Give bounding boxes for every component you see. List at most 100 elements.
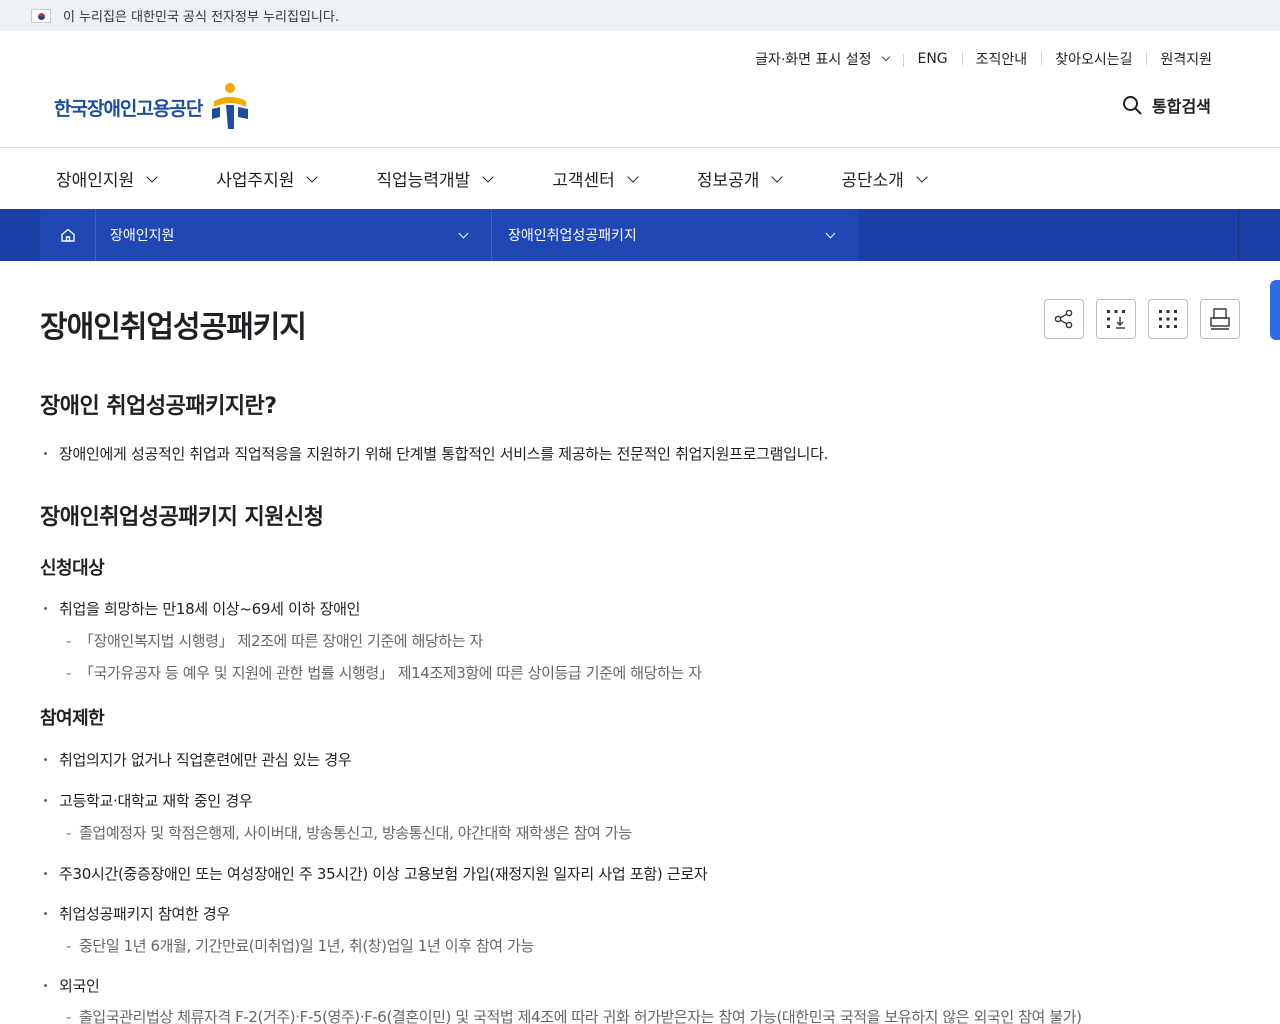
sub-list-item-text: 「국가유공자 등 예우 및 지원에 관한 법률 시행령」 제14조제3항에 따른… [79,664,702,682]
gov-banner: 이 누리집은 대한민국 공식 전자정부 누리집입니다. [0,0,1280,31]
subheading-target: 신청대상 [40,558,105,579]
gnb-item-customer-center[interactable]: 고객센터 [552,166,639,191]
dash-icon: - [66,632,72,650]
display-settings-button[interactable]: 글자·화면 표시 설정 [741,49,903,69]
bullet-icon [44,983,47,987]
sub-list-item: - 「국가유공자 등 예우 및 지원에 관한 법률 시행령」 제14조제3항에 따… [66,662,702,683]
header: 글자·화면 표시 설정 ENG 조직안내 찾아오시는길 원격지원 한국장애인고용… [0,31,1280,148]
list-item: 장애인에게 성공적인 취업과 직업적응을 지원하기 위해 단계별 통합적인 서비… [44,443,828,464]
dash-icon: - [66,664,72,682]
side-quick-tab[interactable] [1270,280,1280,340]
eng-link[interactable]: ENG [903,51,961,67]
sub-list-item-text: 졸업예정자 및 학점은행제, 사이버대, 방송통신고, 방송통신대, 야간대학 … [79,824,632,842]
directions-link[interactable]: 찾아오시는길 [1041,49,1146,69]
dash-icon: - [66,824,72,842]
bullet-icon [44,798,47,802]
bullet-icon [44,757,47,761]
list-item-text: 취업의지가 없거나 직업훈련에만 관심 있는 경우 [59,751,352,769]
bullet-icon [44,606,47,610]
remote-support-link[interactable]: 원격지원 [1146,49,1226,69]
gnb-item-about[interactable]: 공단소개 [841,166,928,191]
list-item-text: 취업성공패키지 참여한 경우 [59,905,230,923]
eng-label: ENG [917,51,948,67]
remote-support-label: 원격지원 [1160,52,1212,68]
search-icon [1123,96,1142,115]
list-item: 취업성공패키지 참여한 경우 [44,903,230,924]
chevron-down-icon [482,170,494,183]
print-icon [1210,308,1230,330]
share-icon [1054,309,1073,329]
gnb-item-employer-support[interactable]: 사업주지원 [216,166,319,191]
download-icon [1107,310,1125,329]
gnb-label: 고객센터 [552,171,615,191]
gnb-label: 공단소개 [841,171,904,191]
gnb-label: 직업능력개발 [376,171,471,191]
sub-list-item: - 졸업예정자 및 학점은행제, 사이버대, 방송통신고, 방송통신대, 야간대학… [66,822,632,843]
share-button[interactable] [1044,299,1084,339]
list-item: 주30시간(중증장애인 또는 여성장애인 주 35시간) 이상 고용보험 가입(… [44,863,708,884]
breadcrumb: 장애인지원 장애인취업성공패키지 [40,209,858,261]
site-logo[interactable]: 한국장애인고용공단 [54,81,252,133]
list-item: 외국인 [44,975,100,996]
depth2-label: 장애인취업성공패키지 [508,228,637,244]
bullet-icon [44,871,47,875]
download-button[interactable] [1096,299,1136,339]
section-heading-intro: 장애인 취업성공패키지란? [40,394,277,419]
dash-icon: - [66,937,72,955]
dash-icon: - [66,1008,72,1024]
sub-list-item: - 「장애인복지법 시행령」 제2조에 따른 장애인 기준에 해당하는 자 [66,630,483,651]
sub-list-item-text: 출입국관리법상 체류자격 F-2(거주)·F-5(영주)·F-6(결혼이민) 및… [79,1008,1082,1024]
depth1-select[interactable]: 장애인지원 [96,209,492,261]
bullet-icon [44,451,47,455]
list-item: 취업을 희망하는 만18세 이상~69세 이하 장애인 [44,598,360,619]
gnb-label: 장애인지원 [56,171,135,191]
chevron-down-icon [916,170,928,183]
gnb-item-information-disclosure[interactable]: 정보공개 [696,166,784,191]
gnb-item-disabled-support[interactable]: 장애인지원 [56,166,158,191]
print-button[interactable] [1200,299,1240,339]
grid-icon [1159,310,1177,328]
location-bar: 장애인지원 장애인취업성공패키지 [0,209,1280,261]
chevron-down-icon [771,170,784,183]
chevron-down-icon [627,170,639,183]
sub-list-item-text: 중단일 1년 6개월, 기간만료(미취업)일 1년, 취(창)업일 1년 이후 … [79,937,534,955]
depth2-select[interactable]: 장애인취업성공패키지 [492,209,858,261]
organization-label: 조직안내 [975,52,1028,68]
logo-mark-icon [212,83,249,129]
korea-flag-icon [31,8,51,23]
home-icon [60,228,75,242]
display-settings-label: 글자·화면 표시 설정 [755,52,872,68]
search-label: 통합검색 [1152,97,1211,116]
bullet-icon [44,911,47,915]
home-button[interactable] [40,209,96,261]
page-tools [1044,299,1240,339]
list-item: 고등학교·대학교 재학 중인 경우 [44,790,253,811]
list-item-text: 장애인에게 성공적인 취업과 직업적응을 지원하기 위해 단계별 통합적인 서비… [59,445,829,463]
list-item-text: 외국인 [59,977,100,995]
chevron-down-icon [825,228,836,238]
sub-list-item: - 중단일 1년 6개월, 기간만료(미취업)일 1년, 취(창)업일 1년 이후… [66,935,534,956]
chevron-down-icon [458,228,469,238]
main-navigation: 장애인지원 사업주지원 직업능력개발 고객센터 정보공개 공단소개 [0,148,1280,209]
logo-text: 한국장애인고용공단 [54,97,203,120]
gnb-item-vocational-training[interactable]: 직업능력개발 [376,166,494,191]
chevron-down-icon [882,52,891,62]
subheading-limit: 참여제한 [40,708,105,729]
organization-link[interactable]: 조직안내 [961,49,1042,69]
list-item-text: 취업을 희망하는 만18세 이상~69세 이하 장애인 [59,600,361,618]
list-item-text: 주30시간(중증장애인 또는 여성장애인 주 35시간) 이상 고용보험 가입(… [59,865,708,883]
chevron-down-icon [306,170,319,183]
divider [1238,209,1239,261]
integrated-search-button[interactable]: 통합검색 [1122,93,1211,117]
grid-menu-button[interactable] [1148,299,1188,339]
list-item-text: 고등학교·대학교 재학 중인 경우 [59,792,253,810]
gnb-label: 정보공개 [696,171,760,191]
page-title: 장애인취업성공패키지 [40,310,307,345]
utility-menu: 글자·화면 표시 설정 ENG 조직안내 찾아오시는길 원격지원 [741,49,1226,69]
chevron-down-icon [146,170,158,183]
directions-label: 찾아오시는길 [1055,52,1133,68]
gnb-label: 사업주지원 [216,171,295,191]
sub-list-item-text: 「장애인복지법 시행령」 제2조에 따른 장애인 기준에 해당하는 자 [79,632,483,650]
sub-list-item: - 출입국관리법상 체류자격 F-2(거주)·F-5(영주)·F-6(결혼이민) … [66,1006,1082,1024]
depth1-label: 장애인지원 [110,228,175,244]
